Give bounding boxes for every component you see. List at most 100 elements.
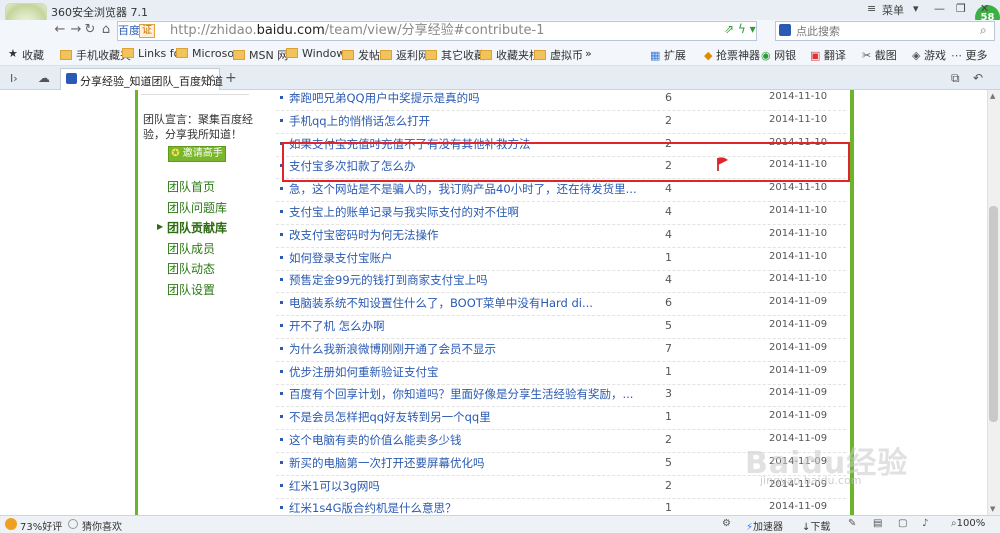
bookmark-mobile[interactable]: 手机收藏夹 (60, 47, 131, 63)
answer-count: 5 (665, 319, 672, 332)
new-tab-button[interactable]: + (225, 70, 237, 86)
nav-team-contributions[interactable]: 团队贡献库 (167, 219, 227, 236)
question-link[interactable]: 不是会员怎样把qq好友转到另一个qq里 (289, 409, 491, 425)
games-button[interactable]: ◈ 游戏 (912, 47, 946, 63)
question-link[interactable]: 百度有个回享计划，你知道吗？里面好像是分享生活经验有奖励，... (289, 386, 633, 402)
question-link[interactable]: 开不了机 怎么办啊 (289, 318, 385, 334)
question-link[interactable]: 电脑装系统不知设置住什么了，BOOT菜单中没有Hard di... (289, 295, 593, 311)
tab-close-icon[interactable]: × (205, 71, 215, 85)
bookmark-favorites-bar[interactable]: 收藏夹栏 (480, 47, 540, 63)
question-link[interactable]: 红米1s4G版合约机是什么意思？ (289, 500, 457, 516)
baidu-favicon-icon (66, 73, 77, 84)
bookmark-crypto[interactable]: 虚拟币 (534, 47, 583, 63)
invite-experts-button[interactable]: ✪ 邀请高手 (168, 146, 226, 162)
question-link[interactable]: 改支付宝密码时为何无法操作 (289, 227, 439, 243)
bookmarks-more-chevron[interactable]: » (585, 47, 592, 60)
question-link[interactable]: 急，这个网站是不是骗人的，我订购产品40小时了，还在待发货里... (289, 181, 637, 197)
pin-icon[interactable]: ▾ (913, 2, 919, 15)
question-row: 如何登录支付宝账户 1 2014-11-10 (276, 248, 846, 271)
cleanup-icon[interactable]: ✎ (848, 518, 856, 529)
restore-button[interactable]: ❐ (956, 2, 966, 15)
menu-label[interactable]: 菜单 (882, 2, 904, 18)
bookmark-favorites[interactable]: 收藏 (22, 47, 44, 63)
question-row: 预售定金99元的钱打到商家支付宝上吗 4 2014-11-10 (276, 270, 846, 294)
accelerator-button[interactable]: ⚡加速器 (746, 518, 783, 533)
bookmark-rebate[interactable]: 返利网 (380, 47, 429, 63)
home-icon[interactable]: ⌂ (98, 22, 114, 38)
bookmark-links[interactable]: Links fo (122, 47, 180, 60)
back-icon[interactable]: ← (52, 22, 68, 38)
speaker-icon[interactable]: ♪ (922, 518, 928, 529)
question-link[interactable]: 支付宝上的账单记录与我实际支付的对不住啊 (289, 204, 519, 220)
bookmark-msn[interactable]: MSN 网 (233, 47, 288, 63)
bullet-icon (280, 96, 283, 99)
more-button[interactable]: ⋯ 更多 (951, 47, 988, 63)
bookmark-post[interactable]: 发帖 (342, 47, 380, 63)
download-button[interactable]: ↓下载 (802, 518, 830, 533)
answer-count: 7 (665, 341, 672, 355)
question-link[interactable]: 预售定金99元的钱打到商家支付宝上吗 (289, 272, 488, 288)
question-link[interactable]: 如何登录支付宝账户 (289, 250, 393, 266)
bookmark-star-icon[interactable]: ★ (8, 47, 18, 60)
menu-icon[interactable]: ≡ (867, 2, 876, 15)
scroll-down-arrow-icon[interactable]: ▼ (990, 505, 995, 513)
search-icon[interactable]: ⌕ (980, 23, 987, 38)
question-date: 2014-11-10 (769, 227, 828, 239)
question-link[interactable]: 这个电脑有卖的价值么能卖多少钱 (289, 432, 462, 448)
search-placeholder[interactable]: 点此搜索 (796, 23, 840, 39)
rating-text[interactable]: 73%好评 (20, 518, 62, 533)
cloud-icon[interactable]: ☁ (38, 71, 50, 85)
bullet-icon (280, 278, 283, 282)
undo-close-icon[interactable]: ↶ (973, 71, 983, 85)
question-row: 奔跑吧兄弟QQ用户中奖提示是真的吗 6 2014-11-10 (276, 88, 846, 111)
answer-count: 5 (665, 455, 672, 469)
url-action-icons[interactable]: ⇗ ϟ ▾ (724, 22, 756, 36)
sidebar-divider (141, 94, 249, 95)
search-engine-label[interactable]: 百度 (118, 22, 140, 40)
bookmark-microsoft[interactable]: Microso (176, 47, 234, 60)
question-row: 急，这个网站是不是骗人的，我订购产品40小时了，还在待发货里... 4 2014-1… (276, 179, 846, 203)
question-link[interactable]: 新买的电脑第一次打开还要屏幕优化吗 (289, 455, 485, 471)
question-date: 2014-11-10 (769, 205, 828, 216)
nav-team-home[interactable]: 团队首页 (167, 178, 215, 195)
nav-team-activity[interactable]: 团队动态 (167, 260, 215, 277)
highlight-box (282, 142, 850, 182)
nav-team-questions[interactable]: 团队问题库 (167, 199, 227, 216)
question-link[interactable]: 优步注册如何重新验证支付宝 (289, 364, 439, 380)
scrollbar-thumb[interactable] (989, 206, 998, 422)
bank-button[interactable]: ◉ 网银 (761, 47, 796, 63)
nav-team-settings[interactable]: 团队设置 (167, 281, 215, 298)
refresh-icon[interactable]: ↻ (82, 22, 98, 38)
question-date: 2014-11-09 (769, 319, 828, 330)
close-window-button[interactable]: ✕ (980, 2, 989, 15)
nav-team-members[interactable]: 团队成员 (167, 240, 215, 257)
layout-icon[interactable]: ▤ (873, 518, 882, 529)
bullet-icon (280, 187, 283, 191)
question-date: 2014-11-10 (769, 91, 828, 102)
question-link[interactable]: 手机qq上的悄悄话怎么打开 (289, 113, 430, 129)
question-link[interactable]: 为什么我新浪微博刚刚开通了会员不显示 (289, 341, 496, 357)
answer-count: 2 (665, 433, 672, 446)
question-date: 2014-11-09 (769, 296, 828, 308)
bookmark-other[interactable]: 其它收藏 (425, 47, 485, 63)
question-row: 不是会员怎样把qq好友转到另一个qq里 1 2014-11-09 (276, 407, 846, 431)
question-link[interactable]: 红米1可以3g网吗 (289, 478, 380, 494)
translate-button[interactable]: ▣ 翻译 (810, 47, 846, 63)
ticket-tool-button[interactable]: ◆ 抢票神器 (704, 47, 760, 63)
guess-you-like[interactable]: 猜你喜欢 (82, 518, 122, 533)
sidebar-toggle-icon[interactable]: I› (10, 72, 18, 85)
certificate-badge[interactable]: 证 (139, 24, 155, 38)
question-link[interactable]: 奔跑吧兄弟QQ用户中奖提示是真的吗 (289, 90, 480, 106)
zoom-level[interactable]: ⌕100% (951, 518, 985, 529)
extensions-button[interactable]: ▦ 扩展 (650, 47, 686, 63)
team-slogan: 团队宣言：聚集百度经验，分享我所知道！ (143, 113, 253, 141)
tab-title[interactable]: 分享经验_知道团队_百度知道 (80, 73, 223, 89)
download-manager-icon[interactable]: ⚙ (722, 518, 731, 529)
screenshot-button[interactable]: ✂ 截图 (862, 47, 897, 63)
screen-icon[interactable]: ▢ (898, 518, 907, 529)
bookmark-windows[interactable]: Window (286, 47, 345, 60)
url-text[interactable]: http://zhidao.baidu.com/team/view/分享经验#c… (170, 22, 544, 40)
scroll-up-arrow-icon[interactable]: ▲ (990, 92, 995, 100)
tab-list-icon[interactable]: ⧉ (951, 71, 960, 86)
minimize-button[interactable]: — (934, 2, 945, 15)
